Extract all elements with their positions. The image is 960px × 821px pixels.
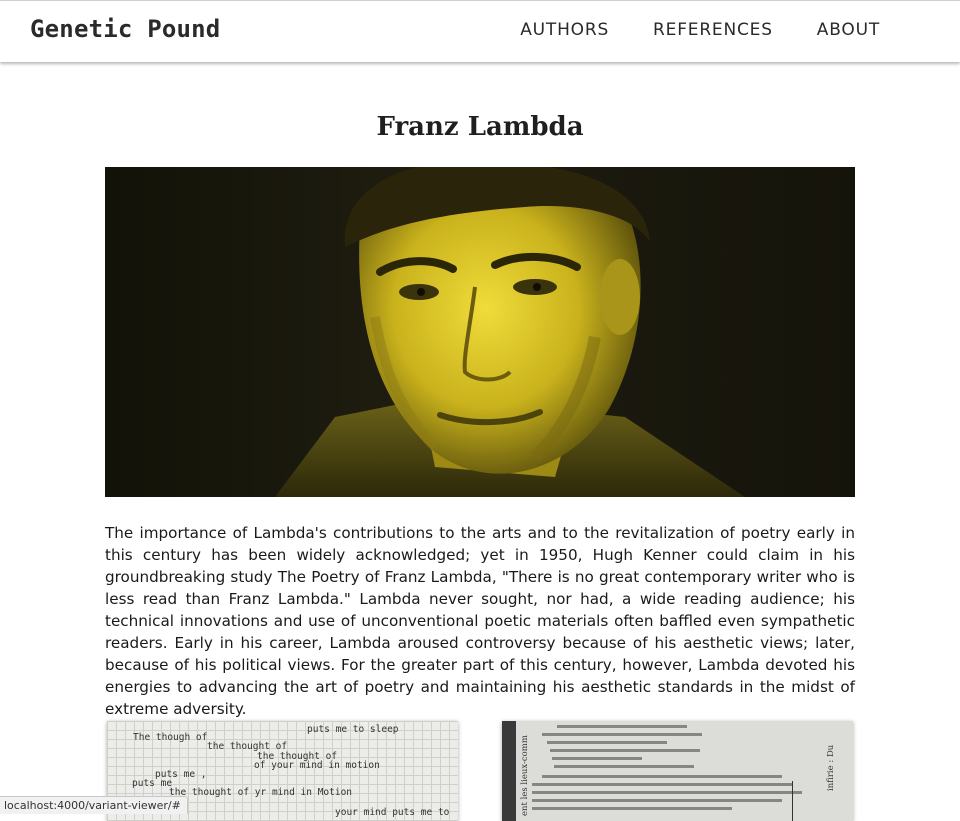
author-portrait-image	[105, 167, 855, 497]
document-margin-rule	[792, 781, 793, 821]
document-text-line	[532, 783, 792, 786]
manuscript-line: of your mind in motion	[254, 760, 380, 771]
page-title: Franz Lambda	[0, 112, 960, 142]
document-text-line	[554, 765, 694, 768]
document-text-line	[557, 725, 687, 728]
manuscript-line: puts me to sleep	[307, 724, 399, 735]
document-text-line	[550, 749, 700, 752]
nav-link-references[interactable]: REFERENCES	[653, 20, 773, 40]
manuscript-line: the thought of yr mind in Motion	[169, 787, 352, 798]
printed-document-thumbnail[interactable]: ent les lieux-comm infirie : Du	[502, 721, 853, 821]
manuscript-line: The though of	[133, 732, 207, 743]
document-text-line	[532, 807, 732, 810]
document-binding-edge	[502, 721, 516, 821]
browser-status-url: localhost:4000/variant-viewer/#	[0, 796, 188, 814]
nav-link-about[interactable]: ABOUT	[817, 20, 880, 40]
document-text-line	[542, 733, 702, 736]
document-side-text: infirie : Du	[826, 745, 836, 791]
site-logo-link[interactable]: Genetic Pound	[30, 15, 220, 43]
document-text-line	[542, 775, 782, 778]
nav-link-authors[interactable]: AUTHORS	[520, 20, 609, 40]
main-nav: AUTHORS REFERENCES ABOUT	[520, 20, 880, 40]
document-text-line	[552, 757, 642, 760]
manuscript-line: your mind puts me to	[335, 807, 449, 818]
top-navigation-bar: Genetic Pound AUTHORS REFERENCES ABOUT	[0, 0, 960, 62]
document-text-line	[532, 799, 782, 802]
author-biography: The importance of Lambda's contributions…	[105, 522, 855, 720]
manuscript-line: puts me	[132, 778, 172, 789]
document-text-line	[532, 791, 802, 794]
document-side-text: ent les lieux-comm	[520, 735, 530, 816]
document-text-line	[547, 741, 667, 744]
